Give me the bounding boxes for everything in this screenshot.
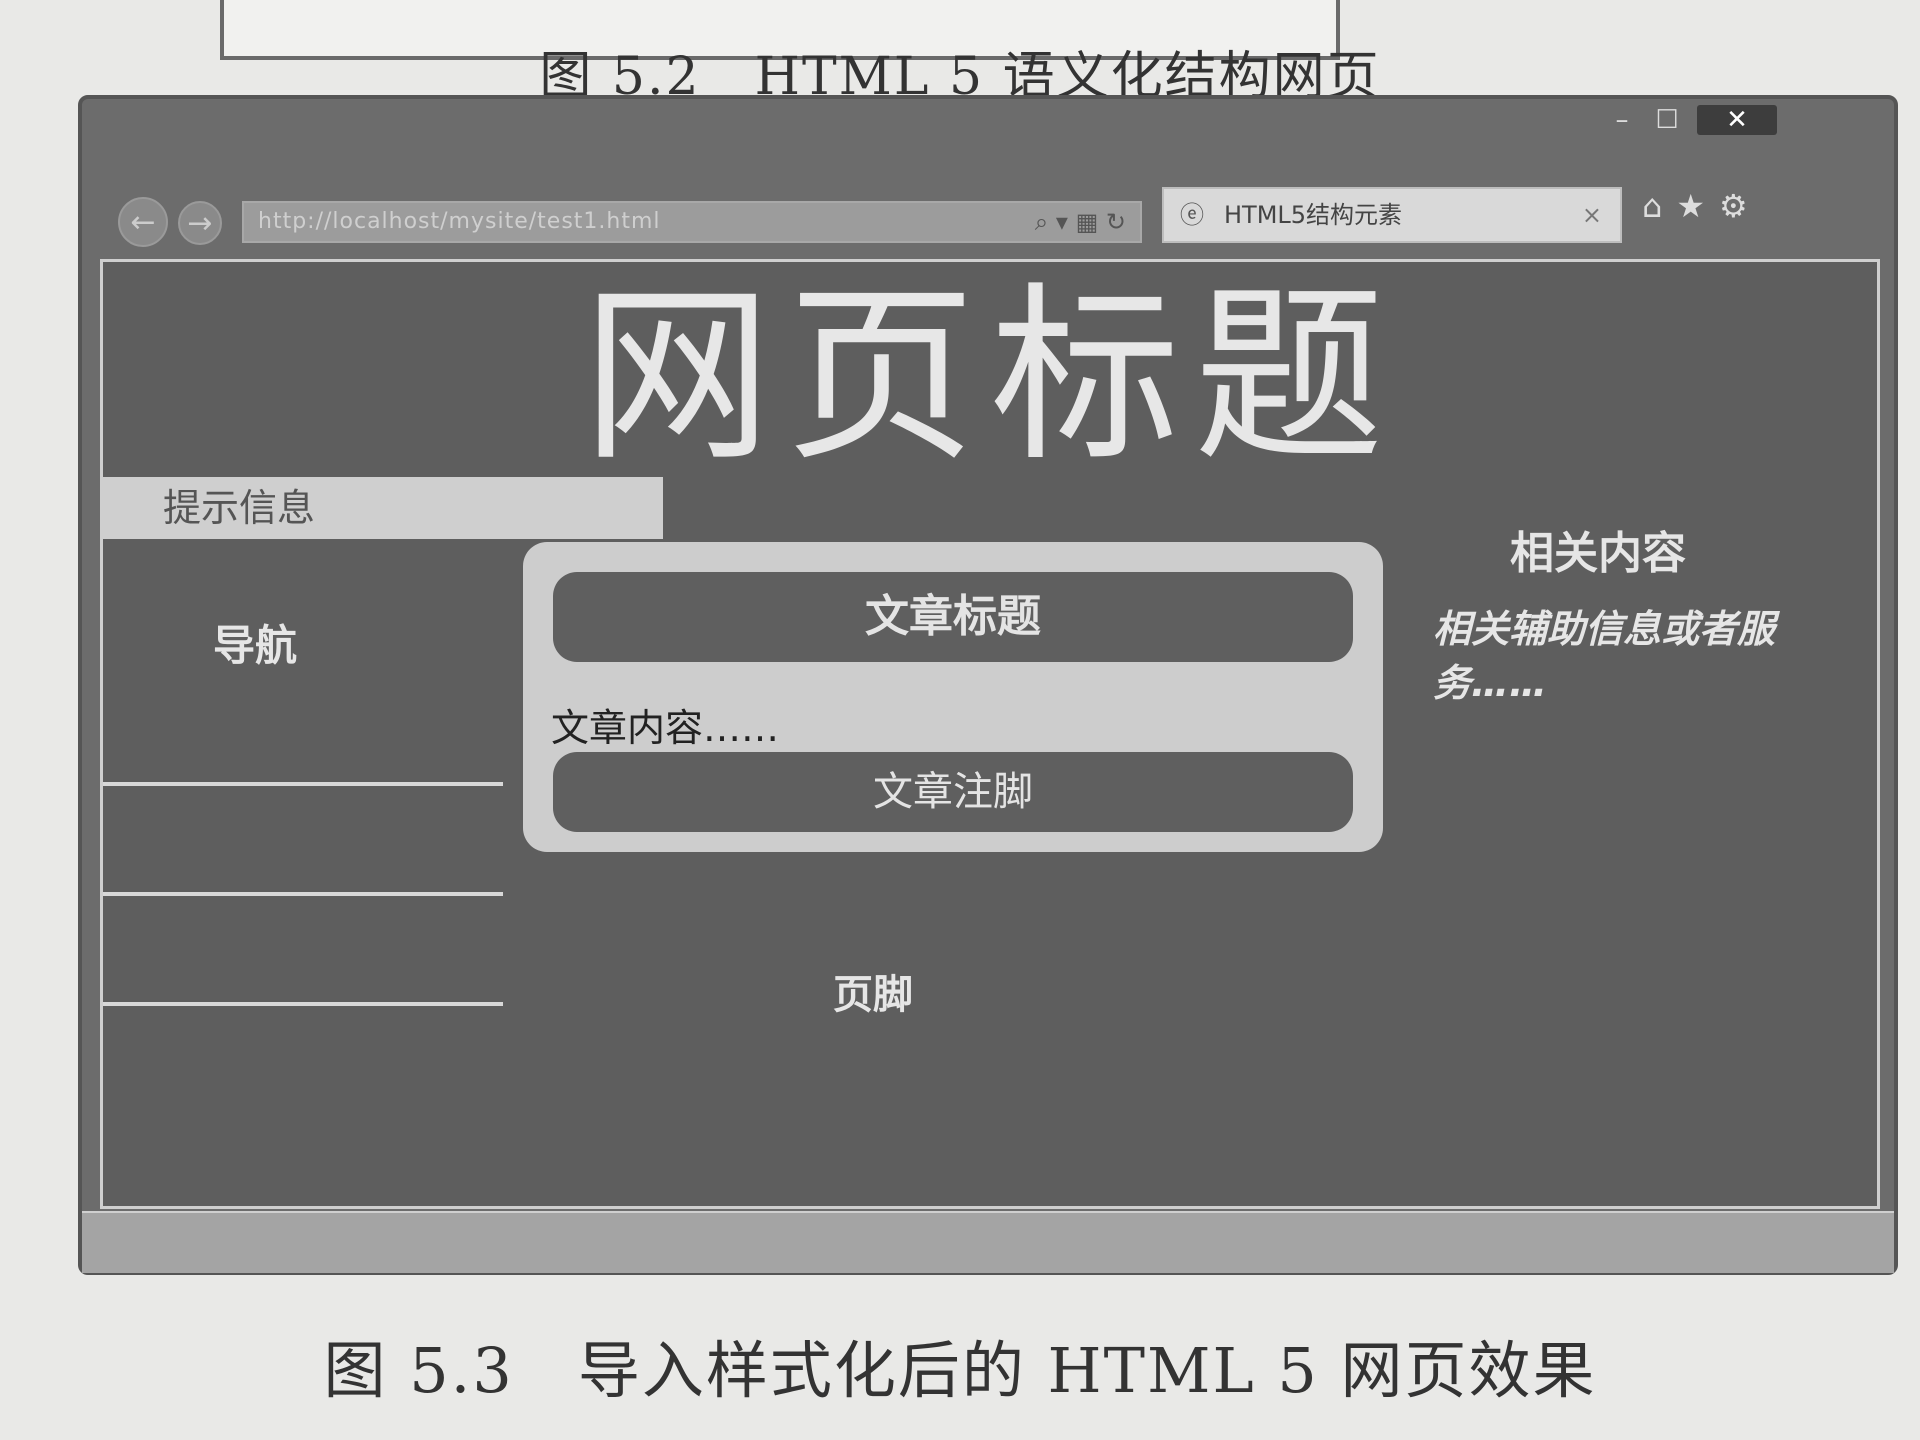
- aside-heading: 相关内容: [1510, 528, 1686, 579]
- back-button[interactable]: ←: [118, 197, 168, 247]
- navigation-bar: ← → http://localhost/mysite/test1.html ⌕…: [82, 157, 1894, 257]
- page-viewport: 网页标题 提示信息 导航 文章标题 文章内容…… 文章注脚 相关内容 相关辅助信…: [100, 259, 1880, 1209]
- article-header: 文章标题: [553, 572, 1353, 662]
- aside-text: 相关辅助信息或者服务……: [1433, 607, 1776, 705]
- nav-heading: 导航: [213, 621, 298, 670]
- search-icon[interactable]: ⌕: [1035, 208, 1048, 236]
- address-url: http://localhost/mysite/test1.html: [258, 209, 661, 234]
- maximize-button[interactable]: ☐: [1647, 105, 1687, 135]
- dropdown-icon[interactable]: ▾: [1056, 208, 1068, 236]
- caption-figure-5-3: 图 5.3 导入样式化后的 HTML 5 网页效果: [323, 1334, 1597, 1407]
- arrow-left-icon: ←: [130, 205, 156, 240]
- ie-favicon-icon: ⓔ: [1180, 201, 1204, 229]
- star-icon[interactable]: ★: [1676, 187, 1719, 225]
- nav-divider: [103, 892, 503, 896]
- close-button[interactable]: ✕: [1697, 105, 1777, 135]
- nav-divider: [103, 782, 503, 786]
- home-icon[interactable]: ⌂: [1642, 187, 1676, 225]
- compatibility-icon[interactable]: ▦: [1076, 208, 1099, 236]
- article-body: 文章内容……: [551, 706, 780, 750]
- gear-icon[interactable]: ⚙: [1719, 187, 1762, 225]
- refresh-icon[interactable]: ↻: [1106, 208, 1126, 236]
- status-bar: [82, 1211, 1894, 1273]
- minimize-button[interactable]: –: [1602, 105, 1642, 135]
- article: 文章标题 文章内容…… 文章注脚: [523, 542, 1383, 852]
- article-footer: 文章注脚: [553, 752, 1353, 832]
- page-footer: 页脚: [833, 972, 913, 1018]
- address-actions: ⌕ ▾ ▦ ↻: [1035, 203, 1126, 241]
- tab-close-icon[interactable]: ×: [1582, 189, 1602, 241]
- toolbar-icons: ⌂★⚙: [1642, 187, 1762, 225]
- arrow-right-icon: →: [187, 206, 213, 241]
- tab-html5[interactable]: ⓔ HTML5结构元素 ×: [1162, 187, 1622, 243]
- hint-bar: 提示信息: [103, 477, 663, 539]
- forward-button[interactable]: →: [178, 201, 222, 245]
- tab-title: HTML5结构元素: [1224, 201, 1403, 229]
- page-title: 网页标题: [581, 266, 1398, 487]
- address-bar[interactable]: http://localhost/mysite/test1.html ⌕ ▾ ▦…: [242, 201, 1142, 243]
- title-bar: – ☐ ✕: [82, 99, 1894, 157]
- browser-window: – ☐ ✕ ← → http://localhost/mysite/test1.…: [78, 95, 1898, 1275]
